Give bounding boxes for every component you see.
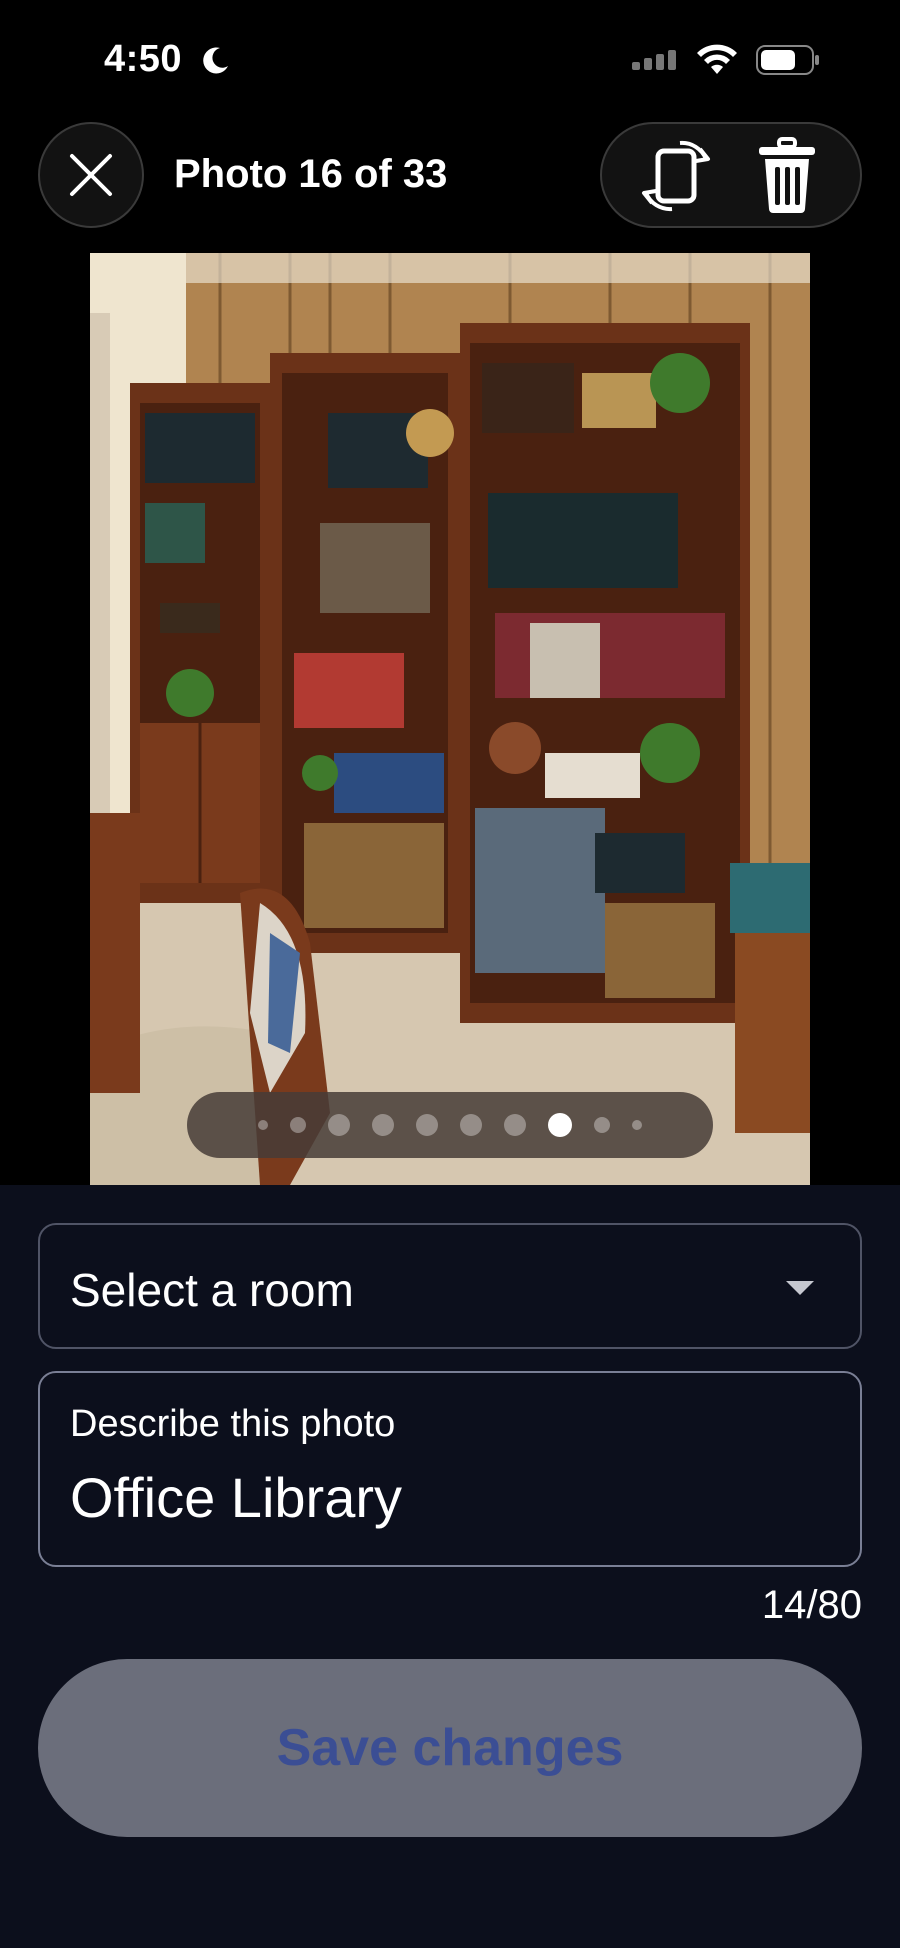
photo-viewer[interactable] — [90, 253, 810, 1185]
caret-down-icon — [786, 1281, 814, 1295]
wifi-icon — [697, 44, 737, 74]
save-button[interactable]: Save changes — [38, 1659, 862, 1837]
description-field[interactable]: Describe this photo Office Library — [38, 1371, 862, 1567]
pager-dot[interactable] — [594, 1117, 610, 1133]
character-counter: 14/80 — [761, 1583, 862, 1627]
photo-pager — [187, 1092, 713, 1158]
battery-icon — [756, 45, 819, 75]
pager-dot[interactable] — [460, 1114, 482, 1136]
close-button[interactable] — [38, 122, 144, 228]
edit-panel: Select a room Describe this photo Office… — [0, 1185, 900, 1948]
signal-icon — [632, 50, 676, 70]
room-select[interactable]: Select a room — [38, 1223, 862, 1349]
pager-dot[interactable] — [258, 1120, 268, 1130]
rotate-button[interactable] — [636, 135, 716, 215]
pager-dot[interactable] — [372, 1114, 394, 1136]
close-icon — [70, 154, 112, 196]
pager-dot-active[interactable] — [548, 1113, 572, 1137]
pager-dot[interactable] — [504, 1114, 526, 1136]
pager-dot[interactable] — [328, 1114, 350, 1136]
pager-dot[interactable] — [632, 1120, 642, 1130]
pager-dot[interactable] — [416, 1114, 438, 1136]
status-time: 4:50 — [104, 38, 183, 80]
bookshelf-photo — [90, 253, 810, 1185]
description-label: Describe this photo — [70, 1403, 396, 1445]
description-value[interactable]: Office Library — [70, 1465, 402, 1530]
pager-dot[interactable] — [290, 1117, 306, 1133]
rotate-icon — [641, 140, 710, 212]
status-icons — [632, 44, 820, 76]
trash-icon — [758, 137, 815, 213]
room-select-label: Select a room — [70, 1264, 354, 1316]
status-bar: 4:50 — [0, 0, 900, 110]
moon-icon — [203, 47, 228, 74]
photo-header: Photo 16 of 33 — [0, 120, 900, 230]
page-title: Photo 16 of 33 — [174, 152, 448, 196]
photo-actions — [600, 122, 862, 228]
delete-button[interactable] — [747, 135, 827, 215]
